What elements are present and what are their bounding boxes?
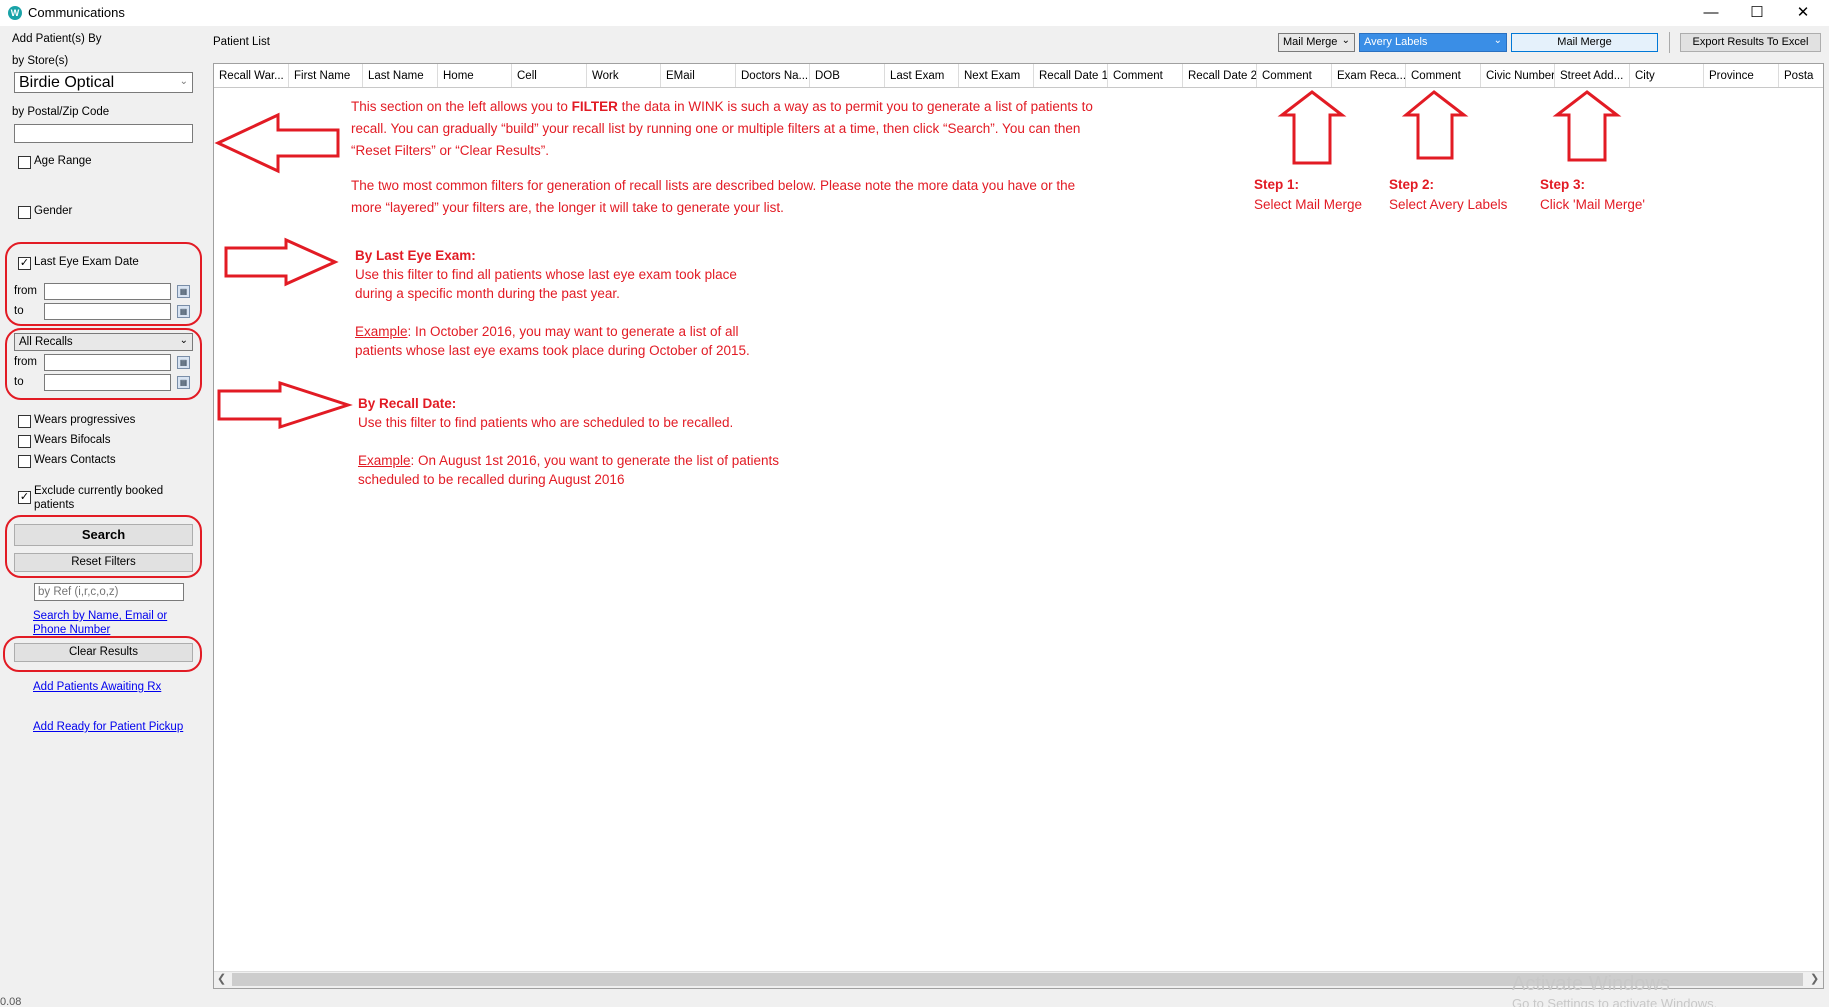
- exam-example-2: patients whose last eye exams took place…: [355, 343, 750, 358]
- arrow-up: [1401, 90, 1469, 160]
- intro-line-4: The two most common filters for generati…: [351, 178, 1076, 193]
- exam-line-2: during a specific month during the past …: [355, 286, 620, 301]
- arrow-left: [214, 112, 340, 174]
- exam-heading: By Last Eye Exam:: [355, 248, 476, 263]
- arrow-right: [217, 380, 353, 430]
- step2-text: Select Avery Labels: [1389, 197, 1508, 212]
- step3-title: Step 3:: [1540, 177, 1586, 192]
- intro-line-1: This section on the left allows you to F…: [351, 99, 1093, 114]
- step1-title: Step 1:: [1254, 177, 1300, 192]
- intro-line-5: more “layered” your filters are, the lon…: [351, 200, 784, 215]
- recall-example-2: scheduled to be recalled during August 2…: [358, 472, 625, 487]
- step3-text: Click 'Mail Merge': [1540, 197, 1645, 212]
- annotation-arrows: [214, 90, 1622, 430]
- exam-example-1: Example: In October 2016, you may want t…: [355, 324, 739, 339]
- step2-title: Step 2:: [1389, 177, 1435, 192]
- step1-text: Select Mail Merge: [1254, 197, 1363, 212]
- activate-windows-hint: Go to Settings to activate Windows.: [1512, 996, 1718, 1007]
- exam-line-1: Use this filter to find all patients who…: [355, 267, 737, 282]
- recall-heading: By Recall Date:: [358, 396, 457, 411]
- arrow-up: [1552, 90, 1622, 162]
- recall-line-1: Use this filter to find patients who are…: [358, 415, 734, 430]
- intro-line-3: “Reset Filters” or “Clear Results”.: [351, 143, 550, 158]
- recall-example-1: Example: On August 1st 2016, you want to…: [358, 453, 780, 468]
- activate-windows-watermark: Activate Windows: [1512, 973, 1670, 995]
- arrow-right: [224, 237, 339, 287]
- intro-line-2: recall. You can gradually “build” your r…: [351, 121, 1081, 136]
- arrow-up: [1277, 90, 1347, 165]
